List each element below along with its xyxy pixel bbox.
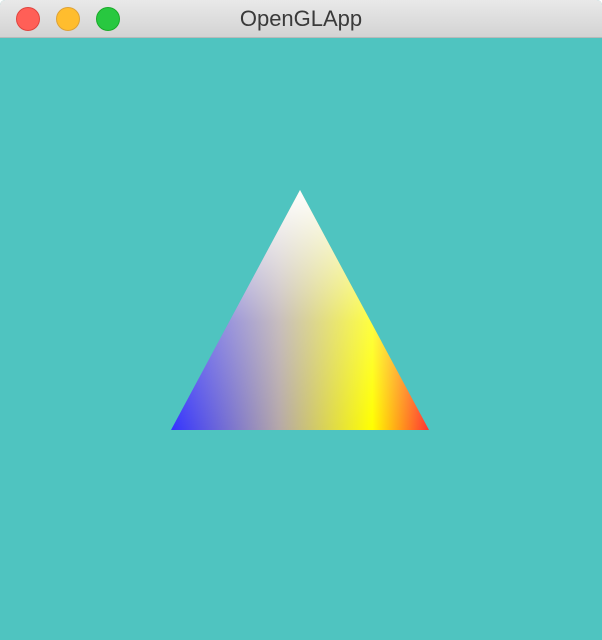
gl-surface — [0, 38, 602, 640]
opengl-canvas[interactable] — [0, 38, 602, 640]
title-bar[interactable]: OpenGLApp — [0, 0, 602, 38]
window-title: OpenGLApp — [239, 6, 363, 31]
app-window: OpenGLApp — [0, 0, 602, 640]
